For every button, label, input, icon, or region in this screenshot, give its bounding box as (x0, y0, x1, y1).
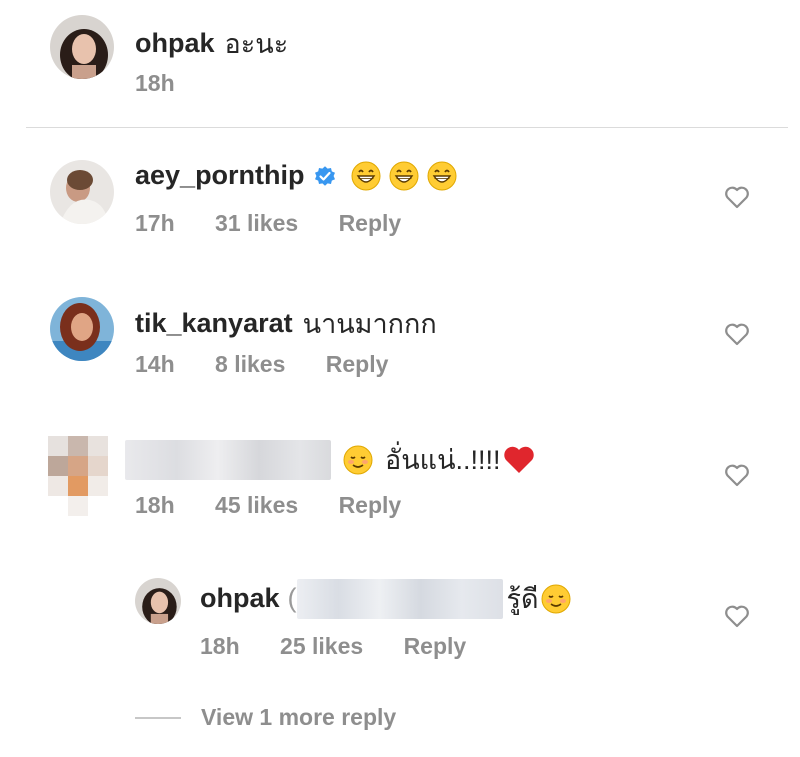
like-heart-icon[interactable] (724, 604, 750, 628)
timestamp: 18h (200, 633, 240, 659)
user-avatar-icon (135, 578, 181, 624)
like-heart-icon[interactable] (724, 185, 750, 209)
view-more-dash (135, 716, 181, 719)
comment-line: อั่นแน่..!!!! (125, 438, 535, 481)
avatar[interactable] (50, 160, 114, 224)
reply-button[interactable]: Reply (339, 210, 402, 236)
comment-text-prefix: ( (287, 583, 297, 613)
user-avatar-icon (50, 297, 114, 361)
avatar-blurred[interactable] (48, 436, 116, 518)
username[interactable]: ohpak (135, 28, 215, 59)
comment-text: อะนะ (224, 29, 289, 59)
likes-count[interactable]: 45 likes (215, 492, 298, 518)
grinning-face-icon (427, 161, 457, 190)
view-more-replies-button[interactable]: View 1 more reply (135, 704, 396, 731)
red-heart-icon (503, 446, 534, 473)
like-heart-icon[interactable] (724, 322, 750, 346)
smiling-face-icon (541, 584, 571, 613)
comment-line: aey_pornthip (135, 160, 457, 191)
user-avatar-icon (50, 160, 114, 224)
avatar[interactable] (135, 578, 181, 624)
timestamp: 18h (135, 492, 175, 518)
user-avatar-icon (50, 15, 114, 79)
likes-count[interactable]: 25 likes (280, 633, 363, 659)
username[interactable]: tik_kanyarat (135, 308, 293, 339)
like-heart-icon[interactable] (724, 463, 750, 487)
reply-button[interactable]: Reply (404, 633, 467, 659)
blurred-mention[interactable] (296, 578, 503, 619)
reply-button[interactable]: Reply (326, 351, 389, 377)
timestamp: 18h (135, 70, 175, 96)
avatar[interactable] (50, 297, 114, 361)
comments-page: ohpak อะนะ 18h aey_pornthip 17h 31 likes… (0, 0, 800, 757)
comment-line: ohpak ( รู้ดี (200, 577, 571, 620)
likes-count[interactable]: 31 likes (215, 210, 298, 236)
comment-meta: 17h 31 likes Reply (135, 210, 435, 237)
pixelated-avatar-icon (48, 436, 108, 516)
reply-button[interactable]: Reply (339, 492, 402, 518)
timestamp: 17h (135, 210, 175, 236)
comment-line: ohpak อะนะ (135, 22, 288, 65)
comment-meta: 18h (135, 70, 209, 97)
likes-count[interactable]: 8 likes (215, 351, 285, 377)
comment-text: อั่นแน่..!!!! (385, 445, 501, 475)
grinning-face-icon (351, 161, 381, 190)
grinning-face-icon (389, 161, 419, 190)
username[interactable]: ohpak (200, 583, 280, 614)
comment-text: รู้ดี (506, 584, 539, 614)
smiling-face-icon (343, 445, 373, 474)
comment-text: นานมากกก (302, 309, 437, 339)
timestamp: 14h (135, 351, 175, 377)
view-more-label: View 1 more reply (201, 704, 397, 730)
verified-badge-icon (314, 165, 335, 186)
comment-line: tik_kanyarat นานมากกก (135, 302, 437, 345)
divider (26, 127, 788, 128)
comment-meta: 18h 45 likes Reply (135, 492, 435, 519)
comment-meta: 14h 8 likes Reply (135, 351, 422, 378)
username[interactable]: aey_pornthip (135, 160, 305, 191)
blurred-username[interactable] (125, 439, 331, 480)
avatar[interactable] (50, 15, 114, 79)
comment-meta: 18h 25 likes Reply (200, 633, 500, 660)
